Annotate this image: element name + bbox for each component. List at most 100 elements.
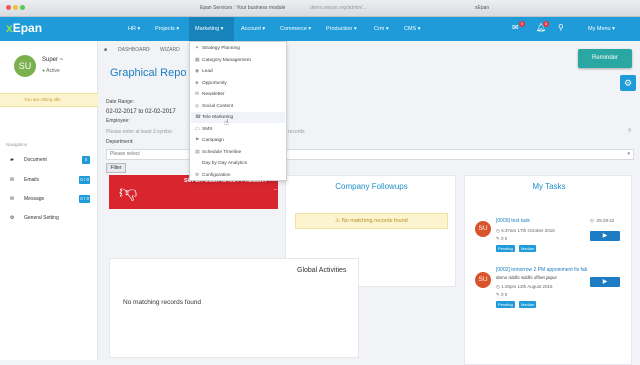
employee-input[interactable]: Please enter at least 3 symbo [106, 129, 172, 135]
menu-item-campaign[interactable]: ⚑ Campaign [195, 135, 224, 146]
nav-commerce[interactable]: Commerce ▾ [274, 17, 317, 41]
browser-right-title: xEpan [475, 5, 490, 11]
task-title[interactable]: [0002] tomorrow 2 PM appoinment fix fab [496, 267, 587, 273]
marketing-dropdown-menu: ✦ Strategy Planning ▦ Category Management … [189, 41, 287, 181]
nav-crm[interactable]: Crm ▾ [368, 17, 395, 41]
global-activities-panel: Global Activities No matching records fo… [109, 258, 359, 358]
breadcrumb-wizard[interactable]: WIZARD [160, 47, 180, 53]
page-title: Graphical Repo [110, 67, 187, 79]
nav-production[interactable]: Production ▾ [320, 17, 363, 41]
sidebar-item-document[interactable]: ▰ Document 0 [10, 155, 92, 165]
phone-icon: ☎ [195, 115, 201, 120]
play-button[interactable]: ▶ [590, 231, 620, 241]
menu-item-strategy-planning[interactable]: ✦ Strategy Planning [195, 43, 240, 54]
reminder-button[interactable]: Reminder [578, 49, 632, 68]
main-content: ■ DASHBOARD › WIZARD Graphical Repo Remi… [98, 41, 640, 365]
status-badge: Pending [496, 301, 515, 308]
nav-marketing[interactable]: Marketing ▾ [189, 17, 234, 41]
menu-item-social-content[interactable]: ◎ Social Content [195, 101, 233, 112]
employee-label: Employee: [106, 118, 130, 124]
browser-titlebar: Epan Services : Your business module dem… [0, 0, 640, 17]
menu-item-category-management[interactable]: ▦ Category Management [195, 55, 251, 66]
breadcrumb-separator: › [148, 47, 150, 53]
home-icon[interactable]: ■ [104, 47, 107, 53]
breadcrumb-dashboard[interactable]: DASHBOARD [118, 47, 150, 53]
department-label: Department: [106, 139, 134, 145]
nav-account[interactable]: Account ▾ [235, 17, 271, 41]
search-icon[interactable]: ⚲ [558, 23, 564, 32]
minimize-window-icon[interactable] [13, 5, 18, 10]
sidebar-item-message[interactable]: ✉ Message 0 / 0 [10, 194, 92, 204]
navigation-header: Navigation [6, 142, 28, 147]
gear-icon: ⚙ [195, 172, 200, 178]
thumbs-down-icon: 👎︎ [119, 182, 138, 202]
idle-warning-text: You are sitting idle [24, 97, 61, 102]
social-icon: ◎ [195, 103, 200, 109]
task-date: ◷ 6:37am 17th October 2016 [496, 228, 555, 233]
chevron-down-icon: ▾ [627, 151, 630, 157]
priority-badge: Median [519, 301, 537, 308]
sidebar: SU Super ~ ● Active You are sitting idle… [0, 41, 98, 360]
task-counts: ✎ 0 0 [496, 236, 508, 241]
company-followups-title: Company Followups [335, 182, 408, 191]
task-date: ◷ 1:30pm 13th August 2016 [496, 284, 553, 289]
user-name[interactable]: Super ~ [42, 57, 63, 63]
app-logo[interactable]: xEpan [6, 21, 42, 35]
global-activities-title: Global Activities [297, 267, 347, 274]
browser-tab-title[interactable]: Epan Services : Your business module [200, 5, 285, 11]
employee-input-suffix: records [288, 129, 305, 135]
status-badge: Pending [496, 245, 515, 252]
task-detail: demo riddhi siddhi offset jaipur [496, 275, 557, 280]
maximize-window-icon[interactable] [20, 5, 25, 10]
menu-item-tele-marketing[interactable]: ☎Tele Marketing [191, 112, 285, 123]
bell-count-badge: 0 [543, 21, 549, 27]
calendar-icon: ▤ [195, 149, 200, 155]
my-tasks-title: My Tasks [532, 182, 566, 191]
opportunity-icon: ◈ [195, 80, 199, 86]
avatar: SU [475, 221, 491, 237]
play-button[interactable]: ▶ [590, 277, 620, 287]
browser-url[interactable]: demo.xepan.org/admin/... [310, 5, 367, 11]
newsletter-icon: ✉ [195, 92, 200, 97]
menu-item-configuration[interactable]: ⚙ Configuration [195, 170, 231, 181]
task-counts: ✎ 0 0 [496, 292, 508, 297]
department-select[interactable]: Please select ▾ [106, 149, 634, 160]
avatar[interactable]: SU [14, 55, 36, 77]
user-status: ● Active [42, 68, 60, 74]
menu-item-lead[interactable]: ◉ Lead [195, 66, 213, 77]
idle-warning: You are sitting idle [0, 93, 98, 107]
play-icon: ▶ [602, 279, 608, 285]
company-no-records: ⚠ No matching records found [295, 213, 448, 229]
my-menu[interactable]: My Menu ▾ [582, 17, 621, 41]
close-window-icon[interactable] [6, 5, 11, 10]
nav-cms[interactable]: CMS ▾ [398, 17, 427, 41]
document-icon: ▰ [10, 157, 14, 163]
menu-item-opportunity[interactable]: ◈ Opportunity [195, 78, 227, 89]
email-count-badge: 0 / 0 [79, 176, 90, 184]
sidebar-item-emails[interactable]: ✉ Emails 0 / 0 [10, 175, 92, 185]
search-icon[interactable]: ⚲ [628, 128, 632, 134]
task-time: ◷ -25:29:42 [590, 218, 615, 223]
menu-item-day-by-day-analytics[interactable]: Day by Day Analytics [195, 158, 247, 169]
menu-item-newsletter[interactable]: ✉ Newsletter [195, 89, 225, 100]
date-range-label: Date Range: [106, 99, 135, 105]
mail-icon[interactable]: ✉ [512, 23, 519, 32]
email-icon: ✉ [10, 177, 15, 183]
gear-icon: ⚙ [10, 215, 15, 221]
date-range-input[interactable]: 02-02-2017 to 02-02-2017 [106, 109, 176, 115]
filter-button[interactable]: Filter [106, 163, 126, 173]
nav-projects[interactable]: Projects ▾ [149, 17, 185, 41]
nav-hr[interactable]: HR ▾ [122, 17, 146, 41]
global-no-records: No matching records found [123, 299, 202, 306]
settings-gear-icon[interactable]: ⚙ [620, 75, 636, 91]
sidebar-item-general-setting[interactable]: ⚙ General Setting [10, 213, 92, 223]
mail-count-badge: 0 [519, 21, 525, 27]
campaign-icon: ⚑ [195, 138, 200, 143]
message-icon: ✉ [10, 196, 15, 202]
category-icon: ▦ [195, 57, 200, 63]
menu-item-sms[interactable]: ▭ SMS [195, 124, 212, 135]
task-title[interactable]: [0009] test task [496, 218, 530, 224]
menu-item-schedule-timeline[interactable]: ▤ Schedule Timeline [195, 147, 241, 158]
play-icon: ▶ [602, 233, 608, 239]
alert-dash: – [274, 187, 277, 193]
